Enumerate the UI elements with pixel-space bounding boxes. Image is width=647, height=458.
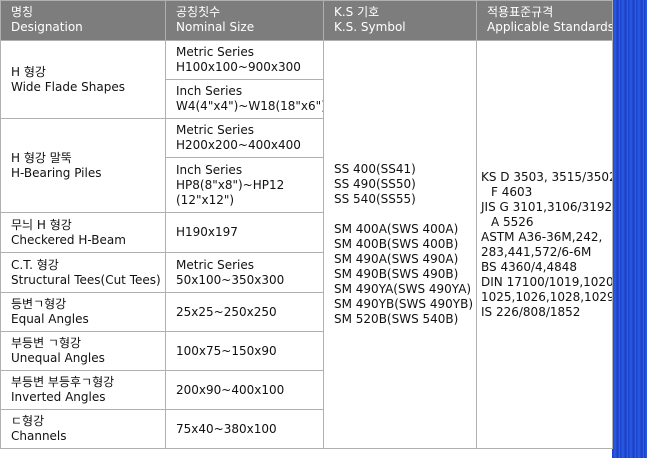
ks-symbol: SM 490YA(SWS 490YA) (334, 282, 472, 296)
ks-symbol: SM 520B(SWS 540B) (334, 312, 459, 326)
designation-ko: 등변ㄱ형강 (11, 297, 67, 311)
designation-ko: H 형강 (11, 64, 46, 79)
standard-line: BS 4360/4,4848 (481, 259, 578, 274)
ks-symbol: SS 400(SS41) (334, 162, 416, 176)
ks-symbol: SS 490(SS50) (334, 177, 416, 191)
designation-ko: H 형강 말뚝 (11, 150, 72, 165)
size-range-cont: (12"x12") (176, 192, 235, 207)
standards-cell: KS D 3503, 3515/3502 F 4603 JIS G 3101,3… (476, 40, 613, 449)
ks-symbol-cell: SS 400(SS41) SS 490(SS50) SS 540(SS55) S… (323, 40, 477, 449)
size-cell: Metric Series H100x100~900x300 (165, 40, 324, 80)
header-row: 명칭 Designation 공칭칫수 Nominal Size K.S 기호 … (0, 0, 613, 41)
designation-en: Equal Angles (11, 312, 89, 326)
designation-en: H-Bearing Piles (11, 165, 102, 180)
size-series: Metric Series (176, 123, 255, 137)
size-cell: 200x90~400x100 (165, 370, 324, 410)
standard-line: IS 226/808/1852 (481, 304, 581, 319)
size-range: H100x100~900x300 (176, 60, 301, 74)
header-designation: 명칭 Designation (0, 0, 166, 41)
ks-symbol: SM 400B(SWS 400B) (334, 237, 459, 251)
standard-line: F 4603 (491, 184, 533, 199)
size-range: 100x75~150x90 (176, 343, 277, 358)
header-en: Applicable Standards (487, 20, 613, 34)
table-row: H 형강 Wide Flade Shapes Metric Series H10… (0, 40, 613, 449)
header-en: Designation (11, 20, 83, 34)
size-range: 200x90~400x100 (176, 382, 285, 397)
designation-cell: H 형강 Wide Flade Shapes (0, 40, 166, 119)
header-applicable-standards: 적용표준규격 Applicable Standards (476, 0, 613, 41)
size-range: W4(4"x4")~W18(18"x6") (176, 99, 324, 113)
designation-en: Unequal Angles (11, 351, 105, 365)
designation-cell: 부등변 ㄱ형강 Unequal Angles (0, 331, 166, 371)
ks-symbol: SM 490A(SWS 490A) (334, 252, 459, 266)
header-ko: 명칭 (11, 5, 34, 19)
size-cell: 75x40~380x100 (165, 409, 324, 449)
decorative-side-bar (612, 0, 647, 458)
standard-line: 283,441,572/6-6M (481, 244, 592, 259)
size-series: Metric Series (176, 45, 255, 59)
size-cell: Metric Series 50x100~350x300 (165, 252, 324, 293)
designation-cell: ㄷ형강 Channels (0, 409, 166, 449)
size-series: Inch Series (176, 162, 243, 177)
header-ko: 공칭칫수 (176, 5, 221, 19)
designation-en: Channels (11, 429, 67, 443)
designation-ko: 부등변 ㄱ형강 (11, 336, 82, 350)
size-cell: Inch Series HP8(8"x8")~HP12 (12"x12") (165, 157, 324, 213)
designation-cell: 등변ㄱ형강 Equal Angles (0, 292, 166, 332)
steel-standards-table: 명칭 Designation 공칭칫수 Nominal Size K.S 기호 … (0, 0, 613, 449)
designation-ko: ㄷ형강 (11, 414, 45, 428)
standard-line: 1025,1026,1028,1029 (481, 289, 613, 304)
standard-line: ASTM A36-36M,242, (481, 229, 603, 244)
size-cell: Inch Series W4(4"x4")~W18(18"x6") (165, 79, 324, 119)
size-range: 25x25~250x250 (176, 304, 277, 319)
designation-ko: 무늬 H 형강 (11, 217, 72, 232)
designation-cell: 부등변 부등후ㄱ형강 Inverted Angles (0, 370, 166, 410)
size-cell: 25x25~250x250 (165, 292, 324, 332)
designation-ko: 부등변 부등후ㄱ형강 (11, 375, 115, 389)
ks-symbol: SM 490B(SWS 490B) (334, 267, 459, 281)
ks-symbol: SS 540(SS55) (334, 192, 416, 206)
ks-symbol-spacer (334, 207, 476, 222)
designation-en: Checkered H-Beam (11, 232, 126, 247)
ks-symbol: SM 400A(SWS 400A) (334, 222, 459, 236)
size-range: H190x197 (176, 225, 238, 239)
size-range: 75x40~380x100 (176, 421, 277, 436)
standard-line: JIS G 3101,3106/3192 (481, 199, 613, 214)
designation-cell: C.T. 형강 Structural Tees(Cut Tees) (0, 252, 166, 293)
header-nominal-size: 공칭칫수 Nominal Size (165, 0, 324, 41)
header-ko: K.S 기호 (334, 5, 380, 19)
size-range: 50x100~350x300 (176, 272, 285, 287)
designation-ko: C.T. 형강 (11, 257, 59, 272)
ks-symbol: SM 490YB(SWS 490YB) (334, 297, 473, 311)
designation-en: Wide Flade Shapes (11, 79, 125, 94)
standard-line: A 5526 (491, 214, 534, 229)
header-en: K.S. Symbol (334, 20, 406, 34)
header-en: Nominal Size (176, 20, 255, 34)
size-range: HP8(8"x8")~HP12 (176, 177, 285, 192)
designation-cell: 무늬 H 형강 Checkered H-Beam (0, 212, 166, 253)
size-series: Inch Series (176, 84, 243, 98)
size-cell: Metric Series H200x200~400x400 (165, 118, 324, 158)
designation-en: Inverted Angles (11, 390, 106, 404)
size-series: Metric Series (176, 257, 255, 272)
header-ks-symbol: K.S 기호 K.S. Symbol (323, 0, 477, 41)
standard-line: DIN 17100/1019,1020, (481, 274, 613, 289)
header-ko: 적용표준규격 (487, 5, 554, 19)
standard-line: KS D 3503, 3515/3502 (481, 169, 613, 184)
size-range: H200x200~400x400 (176, 138, 301, 152)
size-cell: 100x75~150x90 (165, 331, 324, 371)
designation-en: Structural Tees(Cut Tees) (11, 272, 161, 287)
size-cell: H190x197 (165, 212, 324, 253)
designation-cell: H 형강 말뚝 H-Bearing Piles (0, 118, 166, 213)
